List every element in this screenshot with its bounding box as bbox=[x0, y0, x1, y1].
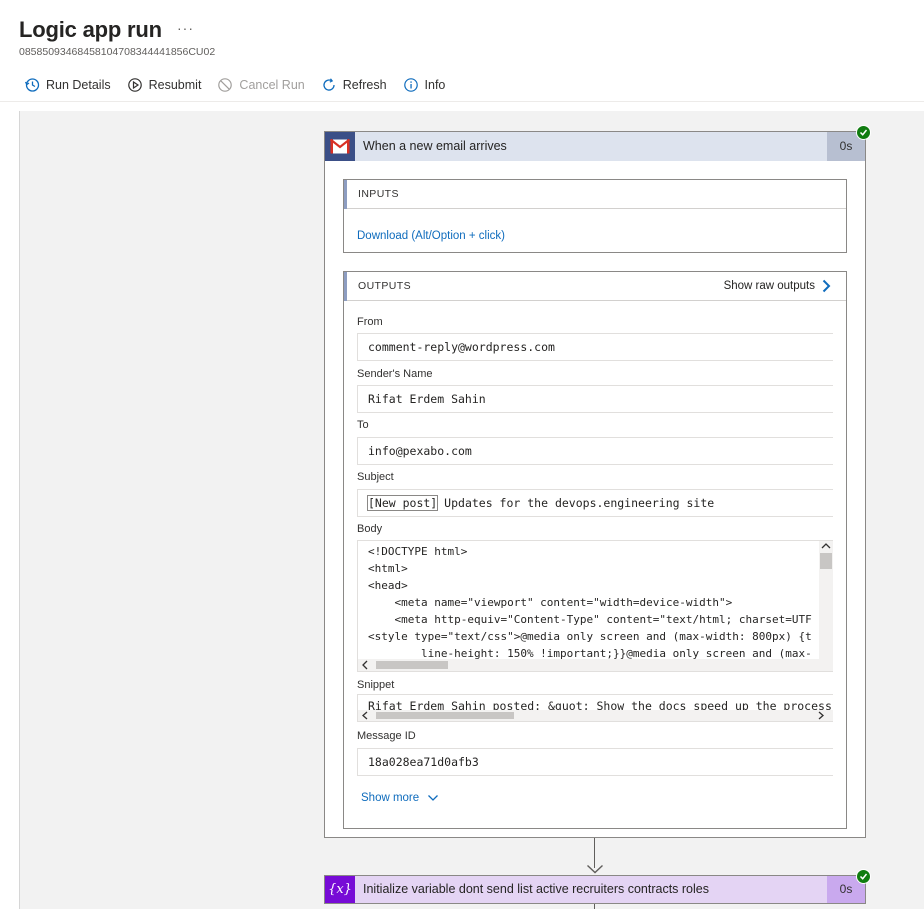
subject-field[interactable]: [New post] Updates for the devops.engine… bbox=[357, 489, 833, 517]
outputs-header[interactable]: OUTPUTS Show raw outputs bbox=[344, 272, 846, 301]
to-label: To bbox=[357, 419, 369, 431]
message-id-label: Message ID bbox=[357, 730, 416, 742]
outputs-label: OUTPUTS bbox=[358, 280, 411, 292]
body-line: <head> bbox=[368, 579, 408, 592]
cancel-run-label: Cancel Run bbox=[239, 78, 305, 92]
trigger-card-header[interactable]: When a new email arrives 0s bbox=[325, 132, 865, 161]
scroll-right-icon bbox=[818, 711, 824, 720]
show-more-label: Show more bbox=[361, 792, 420, 804]
arrow-down-icon bbox=[587, 864, 603, 874]
show-more-button[interactable]: Show more bbox=[361, 792, 439, 804]
trigger-card: When a new email arrives 0s INPUTS Downl… bbox=[324, 131, 866, 838]
message-id-field[interactable]: 18a028ea71d0afb3 bbox=[357, 748, 833, 776]
body-label: Body bbox=[357, 523, 383, 535]
resubmit-button[interactable]: Resubmit bbox=[127, 77, 202, 93]
body-content: <!DOCTYPE html> <html> <head> <meta name="… bbox=[368, 543, 812, 671]
scroll-left-icon bbox=[362, 660, 368, 670]
from-field[interactable]: comment-reply@wordpress.com bbox=[357, 333, 833, 361]
info-button[interactable]: Info bbox=[403, 77, 446, 93]
body-vertical-scrollbar[interactable] bbox=[819, 541, 833, 671]
run-id: 08585093468458104708344441856CU02 bbox=[19, 46, 216, 58]
outputs-section: OUTPUTS Show raw outputs From comment-re… bbox=[343, 271, 847, 829]
cancel-icon bbox=[218, 78, 233, 92]
chevron-right-icon bbox=[822, 279, 831, 293]
run-details-button[interactable]: Run Details bbox=[24, 77, 111, 93]
body-line: <meta http-equiv="Content-Type" content=… bbox=[368, 613, 812, 626]
initialize-variable-card[interactable]: {x} Initialize variable dont send list a… bbox=[324, 875, 866, 904]
page-title: Logic app run bbox=[19, 17, 162, 42]
history-icon bbox=[24, 78, 40, 92]
inputs-section: INPUTS Download (Alt/Option + click) bbox=[343, 179, 847, 253]
show-raw-outputs-label: Show raw outputs bbox=[723, 280, 815, 292]
snippet-label: Snippet bbox=[357, 679, 395, 691]
sender-name-label: Sender's Name bbox=[357, 368, 433, 380]
more-options-button[interactable]: ··· bbox=[177, 20, 194, 36]
trigger-success-icon bbox=[856, 125, 871, 140]
from-label: From bbox=[357, 316, 383, 328]
connector-line-below bbox=[594, 904, 595, 909]
initialize-variable-title: Initialize variable dont send list activ… bbox=[363, 882, 709, 896]
info-icon bbox=[403, 78, 418, 92]
subject-text: Updates for the devops.engineering site bbox=[437, 496, 715, 510]
scroll-up-icon bbox=[821, 543, 831, 549]
trigger-title: When a new email arrives bbox=[363, 139, 507, 153]
snippet-horizontal-scrollbar[interactable] bbox=[358, 710, 833, 721]
refresh-label: Refresh bbox=[342, 78, 387, 92]
run-details-label: Run Details bbox=[46, 78, 111, 92]
to-field[interactable]: info@pexabo.com bbox=[357, 437, 833, 465]
command-bar: Run Details Resubmit Cancel Run Refresh … bbox=[24, 76, 461, 94]
subject-label: Subject bbox=[357, 471, 394, 483]
body-field[interactable]: <!DOCTYPE html> <html> <head> <meta name="… bbox=[357, 540, 833, 672]
refresh-icon bbox=[323, 78, 335, 91]
info-label: Info bbox=[424, 78, 446, 92]
body-horizontal-scrollbar[interactable] bbox=[358, 659, 833, 671]
inputs-label: INPUTS bbox=[358, 188, 399, 200]
inputs-header[interactable]: INPUTS bbox=[344, 180, 846, 209]
gmail-icon bbox=[325, 132, 355, 161]
refresh-button[interactable]: Refresh bbox=[321, 77, 387, 93]
action-success-icon bbox=[856, 869, 871, 884]
body-line: <!DOCTYPE html> bbox=[368, 545, 468, 558]
show-raw-outputs-button[interactable]: Show raw outputs bbox=[724, 279, 831, 293]
subject-tag: [New post] bbox=[366, 495, 439, 511]
snippet-field[interactable]: Rifat Erdem Sahin posted: &quot; Show th… bbox=[357, 694, 833, 722]
chevron-down-icon bbox=[428, 795, 439, 801]
body-line: <meta name="viewport" content="width=dev… bbox=[368, 596, 733, 609]
variable-icon: {x} bbox=[325, 876, 355, 903]
download-inputs-link[interactable]: Download (Alt/Option + click) bbox=[357, 230, 505, 242]
header-divider bbox=[0, 101, 924, 102]
cancel-run-button[interactable]: Cancel Run bbox=[217, 77, 305, 93]
body-line: <style type="text/css">@media only scree… bbox=[368, 630, 812, 643]
sender-name-field[interactable]: Rifat Erdem Sahin bbox=[357, 385, 833, 413]
scroll-left-icon bbox=[362, 711, 368, 720]
play-circle-icon bbox=[127, 78, 142, 92]
body-line: <html> bbox=[368, 562, 408, 575]
resubmit-label: Resubmit bbox=[148, 78, 202, 92]
